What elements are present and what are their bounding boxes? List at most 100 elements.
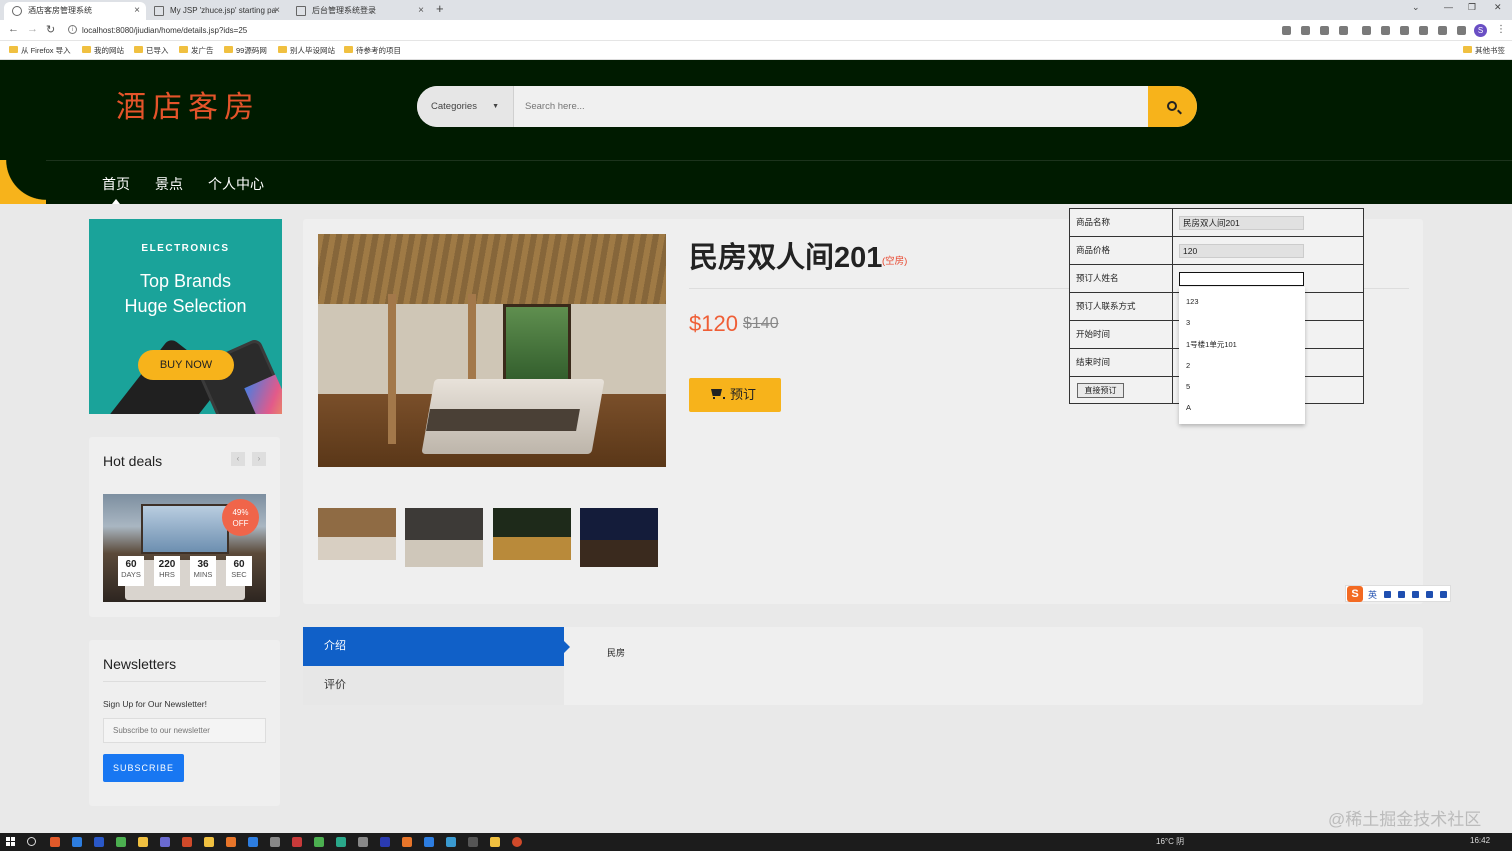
search-icon[interactable] — [27, 837, 36, 846]
room-price-field[interactable]: 120 — [1179, 244, 1304, 258]
extension-icon[interactable] — [1362, 26, 1371, 35]
product-thumbnail-4[interactable] — [580, 508, 658, 567]
clock[interactable]: 16:42 — [1470, 836, 1490, 845]
translate-icon[interactable] — [1282, 26, 1291, 35]
autocomplete-option[interactable]: A — [1186, 403, 1191, 412]
site-logo[interactable]: 酒店客房 — [116, 82, 260, 126]
app-icon[interactable] — [72, 837, 82, 847]
app-icon[interactable] — [402, 837, 412, 847]
thumb-top — [580, 508, 658, 541]
nav-item-home[interactable]: 首页 — [102, 174, 130, 194]
product-thumbnail-1[interactable] — [318, 508, 396, 560]
screenshot-icon[interactable] — [1381, 26, 1390, 35]
app-icon[interactable] — [248, 837, 258, 847]
search-button[interactable] — [1148, 86, 1197, 127]
search-input[interactable] — [515, 86, 1147, 127]
autocomplete-option[interactable]: 1号楼1单元101 — [1186, 339, 1237, 350]
app-icon[interactable] — [226, 837, 236, 847]
folder-icon[interactable] — [204, 837, 214, 847]
discount-pct: 49% — [232, 508, 249, 517]
bookmark-item[interactable]: 已导入 — [134, 45, 169, 56]
app-icon[interactable] — [116, 837, 126, 847]
browser-tab-2[interactable]: My JSP 'zhuce.jsp' starting pa × — [146, 2, 286, 20]
tab-search-icon[interactable]: ⌄ — [1412, 2, 1420, 13]
nav-item-profile[interactable]: 个人中心 — [208, 174, 264, 194]
record-icon[interactable] — [512, 837, 522, 847]
close-window-icon[interactable]: ✕ — [1494, 2, 1502, 13]
share-icon[interactable] — [1320, 26, 1329, 35]
app-icon[interactable] — [424, 837, 434, 847]
app-icon[interactable] — [292, 837, 302, 847]
app-icon[interactable] — [314, 837, 324, 847]
app-icon[interactable] — [468, 837, 478, 847]
app-icon[interactable] — [160, 837, 170, 847]
menu-icon[interactable]: ⋮ — [1496, 24, 1506, 35]
next-arrow-icon[interactable]: › — [252, 452, 266, 466]
app-icon[interactable] — [358, 837, 368, 847]
minimize-icon[interactable]: — — [1444, 2, 1453, 12]
back-icon[interactable]: ← — [8, 23, 19, 35]
autocomplete-option[interactable]: 3 — [1186, 318, 1190, 327]
category-select[interactable]: Categories ▼ — [417, 86, 514, 127]
bookmark-item[interactable]: 别人毕设网站 — [278, 45, 335, 56]
direct-book-button[interactable]: 直接预订 — [1077, 383, 1124, 398]
buy-now-button[interactable]: BUY NOW — [138, 350, 234, 380]
autocomplete-option[interactable]: 123 — [1186, 297, 1199, 306]
guest-name-input[interactable] — [1179, 272, 1304, 286]
chrome-icon[interactable] — [138, 837, 148, 847]
book-button[interactable]: 预订 — [689, 378, 781, 412]
bookmarks-bar: 从 Firefox 导入 我的网站 已导入 发广告 99源码网 别人毕设网站 待… — [0, 41, 1512, 60]
new-tab-button[interactable]: + — [436, 1, 444, 16]
ime-toolbar[interactable]: S 英 — [1345, 585, 1451, 602]
tab-reviews[interactable]: 评价 — [303, 666, 564, 705]
app-icon[interactable] — [50, 837, 60, 847]
close-icon[interactable]: × — [274, 2, 280, 20]
extension-w-icon[interactable] — [1400, 26, 1409, 35]
promo-banner[interactable]: ELECTRONICS Top Brands Huge Selection BU… — [89, 219, 282, 414]
bookmark-item[interactable]: 待参考的项目 — [344, 45, 401, 56]
info-icon[interactable]: i — [68, 25, 77, 34]
product-thumbnail-3[interactable] — [493, 508, 571, 560]
restore-icon[interactable]: ❐ — [1468, 2, 1476, 13]
app-icon[interactable] — [336, 837, 346, 847]
nav-item-attractions[interactable]: 景点 — [155, 174, 183, 194]
autocomplete-option[interactable]: 5 — [1186, 382, 1190, 391]
subscribe-button[interactable]: SUBSCRIBE — [103, 754, 184, 782]
weather[interactable]: 16°C 阴 — [1156, 836, 1184, 847]
profile-avatar[interactable]: S — [1474, 24, 1487, 37]
zoom-icon[interactable] — [1301, 26, 1310, 35]
puzzle-icon[interactable] — [1438, 26, 1447, 35]
app-icon[interactable] — [94, 837, 104, 847]
app-icon[interactable] — [270, 837, 280, 847]
promo-headline: Top Brands Huge Selection — [89, 269, 282, 319]
product-main-image[interactable] — [318, 234, 666, 467]
app-icon[interactable] — [182, 837, 192, 847]
prev-arrow-icon[interactable]: ‹ — [231, 452, 245, 466]
extension-icon[interactable] — [1419, 26, 1428, 35]
app-icon[interactable] — [380, 837, 390, 847]
app-icon[interactable] — [490, 837, 500, 847]
product-thumbnail-2[interactable] — [405, 508, 483, 567]
browser-tab-3[interactable]: 后台管理系统登录 × — [288, 2, 430, 20]
tab-intro[interactable]: 介绍 — [303, 627, 570, 666]
other-bookmarks[interactable]: 其他书签 — [1463, 45, 1505, 56]
close-icon[interactable]: × — [134, 2, 140, 20]
sidebar-icon[interactable] — [1457, 26, 1466, 35]
bookmark-item[interactable]: 从 Firefox 导入 — [9, 45, 71, 56]
close-icon[interactable]: × — [418, 2, 424, 20]
deal-image[interactable]: 49% OFF 60 DAYS 220 HRS 36 MINS 60 SEC — [103, 494, 266, 602]
bookmark-item[interactable]: 发广告 — [179, 45, 214, 56]
bookmark-item[interactable]: 99源码网 — [224, 45, 267, 56]
autocomplete-option[interactable]: 2 — [1186, 361, 1190, 370]
newsletter-email-input[interactable] — [103, 718, 266, 743]
windows-start-icon[interactable] — [6, 837, 16, 847]
bookmark-item[interactable]: 我的网站 — [82, 45, 124, 56]
room-name-field[interactable]: 民房双人间201 — [1179, 216, 1304, 230]
reload-icon[interactable]: ↻ — [46, 23, 55, 36]
bookmark-star-icon[interactable] — [1339, 26, 1348, 35]
toolbox-icon — [1440, 591, 1447, 598]
app-icon[interactable] — [446, 837, 456, 847]
forward-icon[interactable]: → — [27, 23, 38, 35]
url-field[interactable]: i localhost:8080/jiudian/home/details.js… — [66, 23, 1266, 38]
browser-tab-1[interactable]: 酒店客房管理系统 × — [4, 2, 146, 20]
